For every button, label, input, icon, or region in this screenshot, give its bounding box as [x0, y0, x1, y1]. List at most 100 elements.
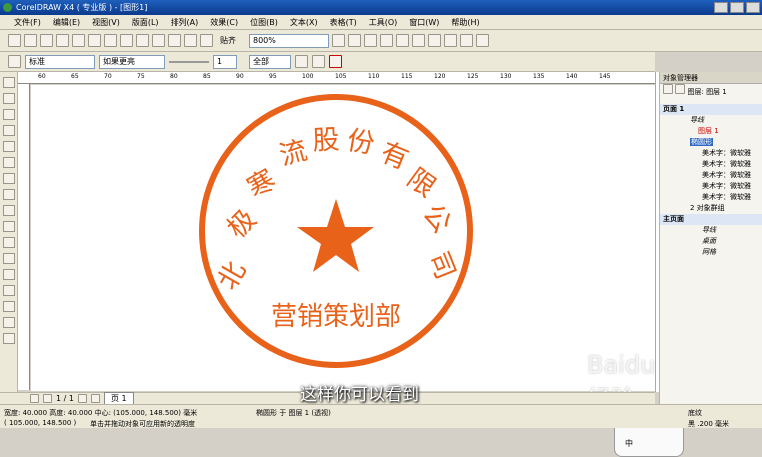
ruler-tick: 80 — [170, 73, 178, 80]
star-icon — [297, 199, 374, 272]
zoom-in-icon[interactable] — [332, 34, 345, 47]
zoom-tool-icon[interactable] — [3, 125, 15, 136]
horizontal-ruler: 60 65 70 75 80 85 90 95 100 105 110 115 … — [18, 72, 655, 84]
print-icon[interactable] — [56, 34, 69, 47]
docker-toolbar: 图层: 图层 1 — [660, 84, 762, 104]
options-icon[interactable] — [476, 34, 489, 47]
stamp-artwork[interactable]: 北 极 寒 流 股 份 有 限 公 司 营销策划部 — [31, 85, 655, 391]
show-properties-icon[interactable] — [663, 84, 673, 94]
paste-icon[interactable] — [104, 34, 117, 47]
stamp-char: 份 — [345, 125, 377, 160]
basic-shapes-tool-icon[interactable] — [3, 221, 15, 232]
transparency-slider[interactable] — [169, 60, 209, 63]
open-icon[interactable] — [24, 34, 37, 47]
tree-art-text[interactable]: 美术字：微软雅 — [660, 159, 762, 170]
tree-art-text[interactable]: 美术字：微软雅 — [660, 148, 762, 159]
undo-icon[interactable] — [120, 34, 133, 47]
tree-page-1[interactable]: 页面 1 — [660, 104, 762, 115]
minimize-button[interactable] — [714, 2, 728, 13]
zoom-level-input[interactable]: 800% — [249, 33, 329, 48]
last-page-icon[interactable] — [90, 394, 100, 403]
tree-group[interactable]: 2 对象群组 — [660, 203, 762, 214]
tree-desktop[interactable]: 桌面 — [660, 236, 762, 247]
maximize-button[interactable] — [730, 2, 744, 13]
transparency-target-select[interactable]: 全部 — [249, 54, 291, 69]
ruler-tick: 90 — [236, 73, 244, 80]
fill-tool-icon[interactable] — [3, 317, 15, 328]
tree-master-guides[interactable]: 导线 — [660, 225, 762, 236]
first-page-icon[interactable] — [30, 394, 39, 403]
zoom-all-icon[interactable] — [380, 34, 393, 47]
menu-file[interactable]: 文件(F) — [8, 17, 47, 28]
snap-icon[interactable] — [460, 34, 473, 47]
zoom-page-icon[interactable] — [396, 34, 409, 47]
menu-effects[interactable]: 效果(C) — [204, 17, 244, 28]
menu-view[interactable]: 视图(V) — [86, 17, 126, 28]
stamp-char: 公 — [416, 199, 457, 239]
drawing-canvas[interactable]: 北 极 寒 流 股 份 有 限 公 司 营销策划部 中 Baidu经验 — [31, 85, 684, 457]
eyedropper-tool-icon[interactable] — [3, 285, 15, 296]
prev-page-icon[interactable] — [43, 394, 52, 403]
ellipse-tool-icon[interactable] — [3, 189, 15, 200]
menu-layout[interactable]: 版面(L) — [126, 17, 165, 28]
tree-art-text[interactable]: 美术字：微软雅 — [660, 181, 762, 192]
text-tool-icon[interactable] — [3, 237, 15, 248]
zoom-out-icon[interactable] — [348, 34, 361, 47]
smart-fill-tool-icon[interactable] — [3, 157, 15, 168]
tree-guides[interactable]: 导线 — [660, 115, 762, 126]
snap-to-button[interactable]: 贴齐 — [220, 35, 236, 46]
import-icon[interactable] — [152, 34, 165, 47]
copy-icon[interactable] — [88, 34, 101, 47]
edit-across-layers-icon[interactable] — [675, 84, 686, 94]
clear-transparency-icon[interactable] — [329, 55, 342, 68]
zoom-height-icon[interactable] — [428, 34, 441, 47]
redo-icon[interactable] — [136, 34, 149, 47]
menu-table[interactable]: 表格(T) — [324, 17, 363, 28]
rectangle-tool-icon[interactable] — [3, 173, 15, 184]
shape-tool-icon[interactable] — [3, 93, 15, 104]
tree-art-text[interactable]: 美术字：微软雅 — [660, 170, 762, 181]
welcome-screen-icon[interactable] — [200, 34, 213, 47]
cut-icon[interactable] — [72, 34, 85, 47]
interactive-tool-icon[interactable] — [3, 269, 15, 280]
outline-tool-icon[interactable] — [3, 301, 15, 312]
app-launcher-icon[interactable] — [184, 34, 197, 47]
copy-transparency-icon[interactable] — [312, 55, 325, 68]
freeze-icon[interactable] — [295, 55, 308, 68]
transparency-count-input[interactable]: 1 — [213, 54, 237, 69]
save-icon[interactable] — [40, 34, 53, 47]
menu-window[interactable]: 窗口(W) — [403, 17, 445, 28]
polygon-tool-icon[interactable] — [3, 205, 15, 216]
pan-icon[interactable] — [444, 34, 457, 47]
menu-edit[interactable]: 编辑(E) — [47, 17, 86, 28]
menu-arrange[interactable]: 排列(A) — [165, 17, 205, 28]
tree-ellipse[interactable]: 椭圆形 — [660, 137, 762, 148]
transparency-edit-icon[interactable] — [8, 55, 21, 68]
freehand-tool-icon[interactable] — [3, 141, 15, 152]
crop-tool-icon[interactable] — [3, 109, 15, 120]
ruler-tick: 75 — [137, 73, 145, 80]
tree-master-page[interactable]: 主页面 — [660, 214, 762, 225]
pick-tool-icon[interactable] — [3, 77, 15, 88]
menu-tools[interactable]: 工具(O) — [363, 17, 404, 28]
table-tool-icon[interactable] — [3, 253, 15, 264]
menu-text[interactable]: 文本(X) — [284, 17, 324, 28]
fill-indicator: 底纹 — [688, 409, 702, 417]
export-icon[interactable] — [168, 34, 181, 47]
transparency-operation-select[interactable]: 如果更亮 — [99, 54, 165, 69]
zoom-selected-icon[interactable] — [364, 34, 377, 47]
tree-layer-1[interactable]: 图层 1 — [660, 126, 762, 137]
next-page-icon[interactable] — [77, 394, 87, 403]
tree-grid[interactable]: 网格 — [660, 247, 762, 258]
menu-bitmaps[interactable]: 位图(B) — [244, 17, 284, 28]
ime-mode[interactable]: 中 — [625, 438, 633, 449]
interactive-fill-tool-icon[interactable] — [3, 333, 15, 344]
new-icon[interactable] — [8, 34, 21, 47]
menu-help[interactable]: 帮助(H) — [445, 17, 485, 28]
ruler-tick: 85 — [203, 73, 211, 80]
object-info: 椭圆形 于 图层 1 (透视) — [256, 409, 331, 417]
transparency-type-select[interactable]: 标准 — [25, 54, 95, 69]
tree-art-text[interactable]: 美术字：微软雅 — [660, 192, 762, 203]
close-button[interactable] — [746, 2, 760, 13]
zoom-width-icon[interactable] — [412, 34, 425, 47]
